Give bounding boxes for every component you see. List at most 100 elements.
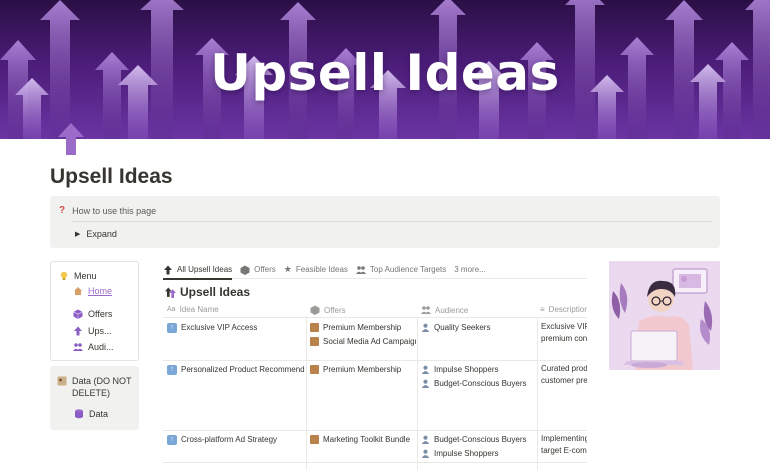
banner-title: Upsell Ideas: [210, 44, 560, 102]
column-header-idea-name-label[interactable]: Idea Name: [180, 305, 219, 314]
house-icon: [74, 287, 82, 295]
how-to-callout: ? How to use this page ▶ Expand: [50, 196, 720, 248]
description-cell[interactable]: Exclusive VIP premium con: [541, 321, 587, 345]
person-at-laptop-illustration: [609, 261, 720, 370]
person-icon: [421, 365, 430, 374]
description-text: premium con: [541, 334, 587, 343]
data-box: Data (DO NOT DELETE) Data: [50, 366, 139, 430]
menu-item-audience[interactable]: Audi...: [73, 342, 114, 352]
audience-link[interactable]: Budget-Conscious Buyers: [434, 435, 527, 444]
column-header-idea-name[interactable]: Aa Idea Name: [167, 305, 219, 314]
tab-top-audience-targets-label[interactable]: Top Audience Targets: [370, 265, 446, 274]
description-text: target E-com: [541, 446, 587, 455]
relation-icon: [310, 305, 320, 315]
arrow-up-icon: [164, 265, 172, 274]
menu-item-upsell-label[interactable]: Ups...: [88, 326, 112, 336]
menu-item-home[interactable]: Home: [73, 286, 112, 296]
cube-icon: [73, 309, 83, 319]
column-header-audience[interactable]: Audience: [421, 305, 468, 315]
arrow-up-icon: [165, 287, 176, 298]
offer-link[interactable]: Marketing Toolkit Bundle: [323, 435, 410, 444]
offer-link[interactable]: Social Media Ad Campaign: [323, 337, 416, 346]
data-label: Data (DO NOT DELETE): [72, 376, 132, 398]
cover-banner: Upsell Ideas: [0, 0, 770, 139]
person-icon: [421, 435, 430, 444]
tab-more[interactable]: 3 more...: [454, 265, 486, 274]
people-icon: [73, 343, 83, 351]
table-row[interactable]: ↑ Personalized Product Recommendations: [167, 363, 305, 376]
audience-link[interactable]: Impulse Shoppers: [434, 365, 498, 374]
idea-name[interactable]: Personalized Product Recommendations: [181, 365, 305, 374]
menu-item-audience-label[interactable]: Audi...: [88, 342, 114, 352]
offers-cell[interactable]: Premium Membership Social Media Ad Campa…: [310, 321, 416, 348]
image-icon: [57, 376, 67, 386]
tab-feasible-ideas[interactable]: ★ Feasible Ideas: [284, 264, 348, 275]
database-title[interactable]: Upsell Ideas: [165, 285, 250, 299]
menu-box: Menu Home Offers Ups... Audi...: [50, 261, 139, 361]
package-icon: [310, 365, 319, 374]
offers-cell[interactable]: Premium Membership: [310, 363, 416, 376]
menu-item-home-label[interactable]: Home: [88, 286, 112, 296]
menu-heading: Menu: [59, 271, 97, 281]
database-icon: [75, 409, 83, 419]
tab-more-label[interactable]: 3 more...: [454, 265, 486, 274]
description-text: Implementing: [541, 434, 587, 443]
audience-link[interactable]: Quality Seekers: [434, 323, 490, 332]
person-icon: [421, 323, 430, 332]
people-icon: [421, 306, 431, 314]
tab-offers-label[interactable]: Offers: [254, 265, 276, 274]
column-divider: [537, 318, 538, 470]
data-item[interactable]: Data: [74, 409, 108, 419]
audience-link[interactable]: Budget-Conscious Buyers: [434, 379, 527, 388]
tab-offers[interactable]: Offers: [240, 265, 276, 275]
database-title-label[interactable]: Upsell Ideas: [180, 285, 250, 299]
row-divider: [163, 360, 587, 361]
row-divider: [163, 462, 587, 463]
arrow-up-icon: [74, 326, 82, 336]
tab-all-upsell-ideas[interactable]: All Upsell Ideas: [163, 265, 233, 280]
text-lines-icon: ≡: [540, 305, 545, 314]
description-cell[interactable]: Curated prod customer pre: [541, 363, 587, 387]
package-icon: [310, 435, 319, 444]
audience-cell[interactable]: Quality Seekers: [421, 321, 536, 334]
description-text: customer pre: [541, 376, 587, 385]
menu-item-offers[interactable]: Offers: [73, 309, 112, 319]
callout-heading: How to use this page: [72, 205, 157, 216]
expand-toggle-label[interactable]: Expand: [86, 229, 117, 239]
data-item-label[interactable]: Data: [89, 409, 108, 419]
column-header-description[interactable]: ≡ Description: [540, 305, 587, 314]
page-arrow-up-icon[interactable]: [56, 121, 86, 155]
idea-name[interactable]: Cross-platform Ad Strategy: [181, 435, 277, 444]
column-header-description-label[interactable]: Description: [549, 305, 587, 314]
text-type-icon: Aa: [167, 306, 176, 313]
menu-item-upsell[interactable]: Ups...: [73, 326, 112, 336]
menu-label: Menu: [74, 271, 97, 281]
lightbulb-icon: [60, 271, 68, 280]
column-header-audience-label[interactable]: Audience: [435, 306, 468, 315]
callout-divider: [72, 221, 712, 222]
package-icon: [310, 337, 319, 346]
triangle-right-icon[interactable]: ▶: [75, 230, 80, 238]
audience-cell[interactable]: Impulse Shoppers Budget-Conscious Buyers: [421, 363, 536, 390]
description-cell[interactable]: Implementing target E-com: [541, 433, 587, 457]
expand-toggle[interactable]: ▶ Expand: [75, 229, 117, 239]
upsell-ideas-table: Aa Idea Name Offers Audience ≡ Descripti…: [163, 302, 587, 470]
view-tabs: All Upsell Ideas Offers ★ Feasible Ideas…: [163, 261, 587, 280]
package-icon: [310, 323, 319, 332]
idea-name[interactable]: Exclusive VIP Access: [181, 323, 257, 332]
star-icon: ★: [283, 264, 292, 274]
tab-top-audience-targets[interactable]: Top Audience Targets: [355, 265, 446, 275]
column-header-offers-label[interactable]: Offers: [324, 306, 346, 315]
offer-link[interactable]: Premium Membership: [323, 365, 401, 374]
table-row[interactable]: ↑ Exclusive VIP Access: [167, 321, 305, 334]
offers-cell[interactable]: Marketing Toolkit Bundle: [310, 433, 416, 446]
offer-link[interactable]: Premium Membership: [323, 323, 401, 332]
audience-cell[interactable]: Budget-Conscious Buyers Impulse Shoppers: [421, 433, 536, 460]
table-row[interactable]: ↑ Cross-platform Ad Strategy: [167, 433, 305, 446]
menu-item-offers-label[interactable]: Offers: [88, 309, 112, 319]
tab-feasible-ideas-label[interactable]: Feasible Ideas: [296, 265, 348, 274]
description-text: Exclusive VIP: [541, 322, 587, 331]
tab-all-upsell-ideas-label[interactable]: All Upsell Ideas: [177, 265, 232, 274]
column-header-offers[interactable]: Offers: [310, 305, 346, 315]
audience-link[interactable]: Impulse Shoppers: [434, 449, 498, 458]
